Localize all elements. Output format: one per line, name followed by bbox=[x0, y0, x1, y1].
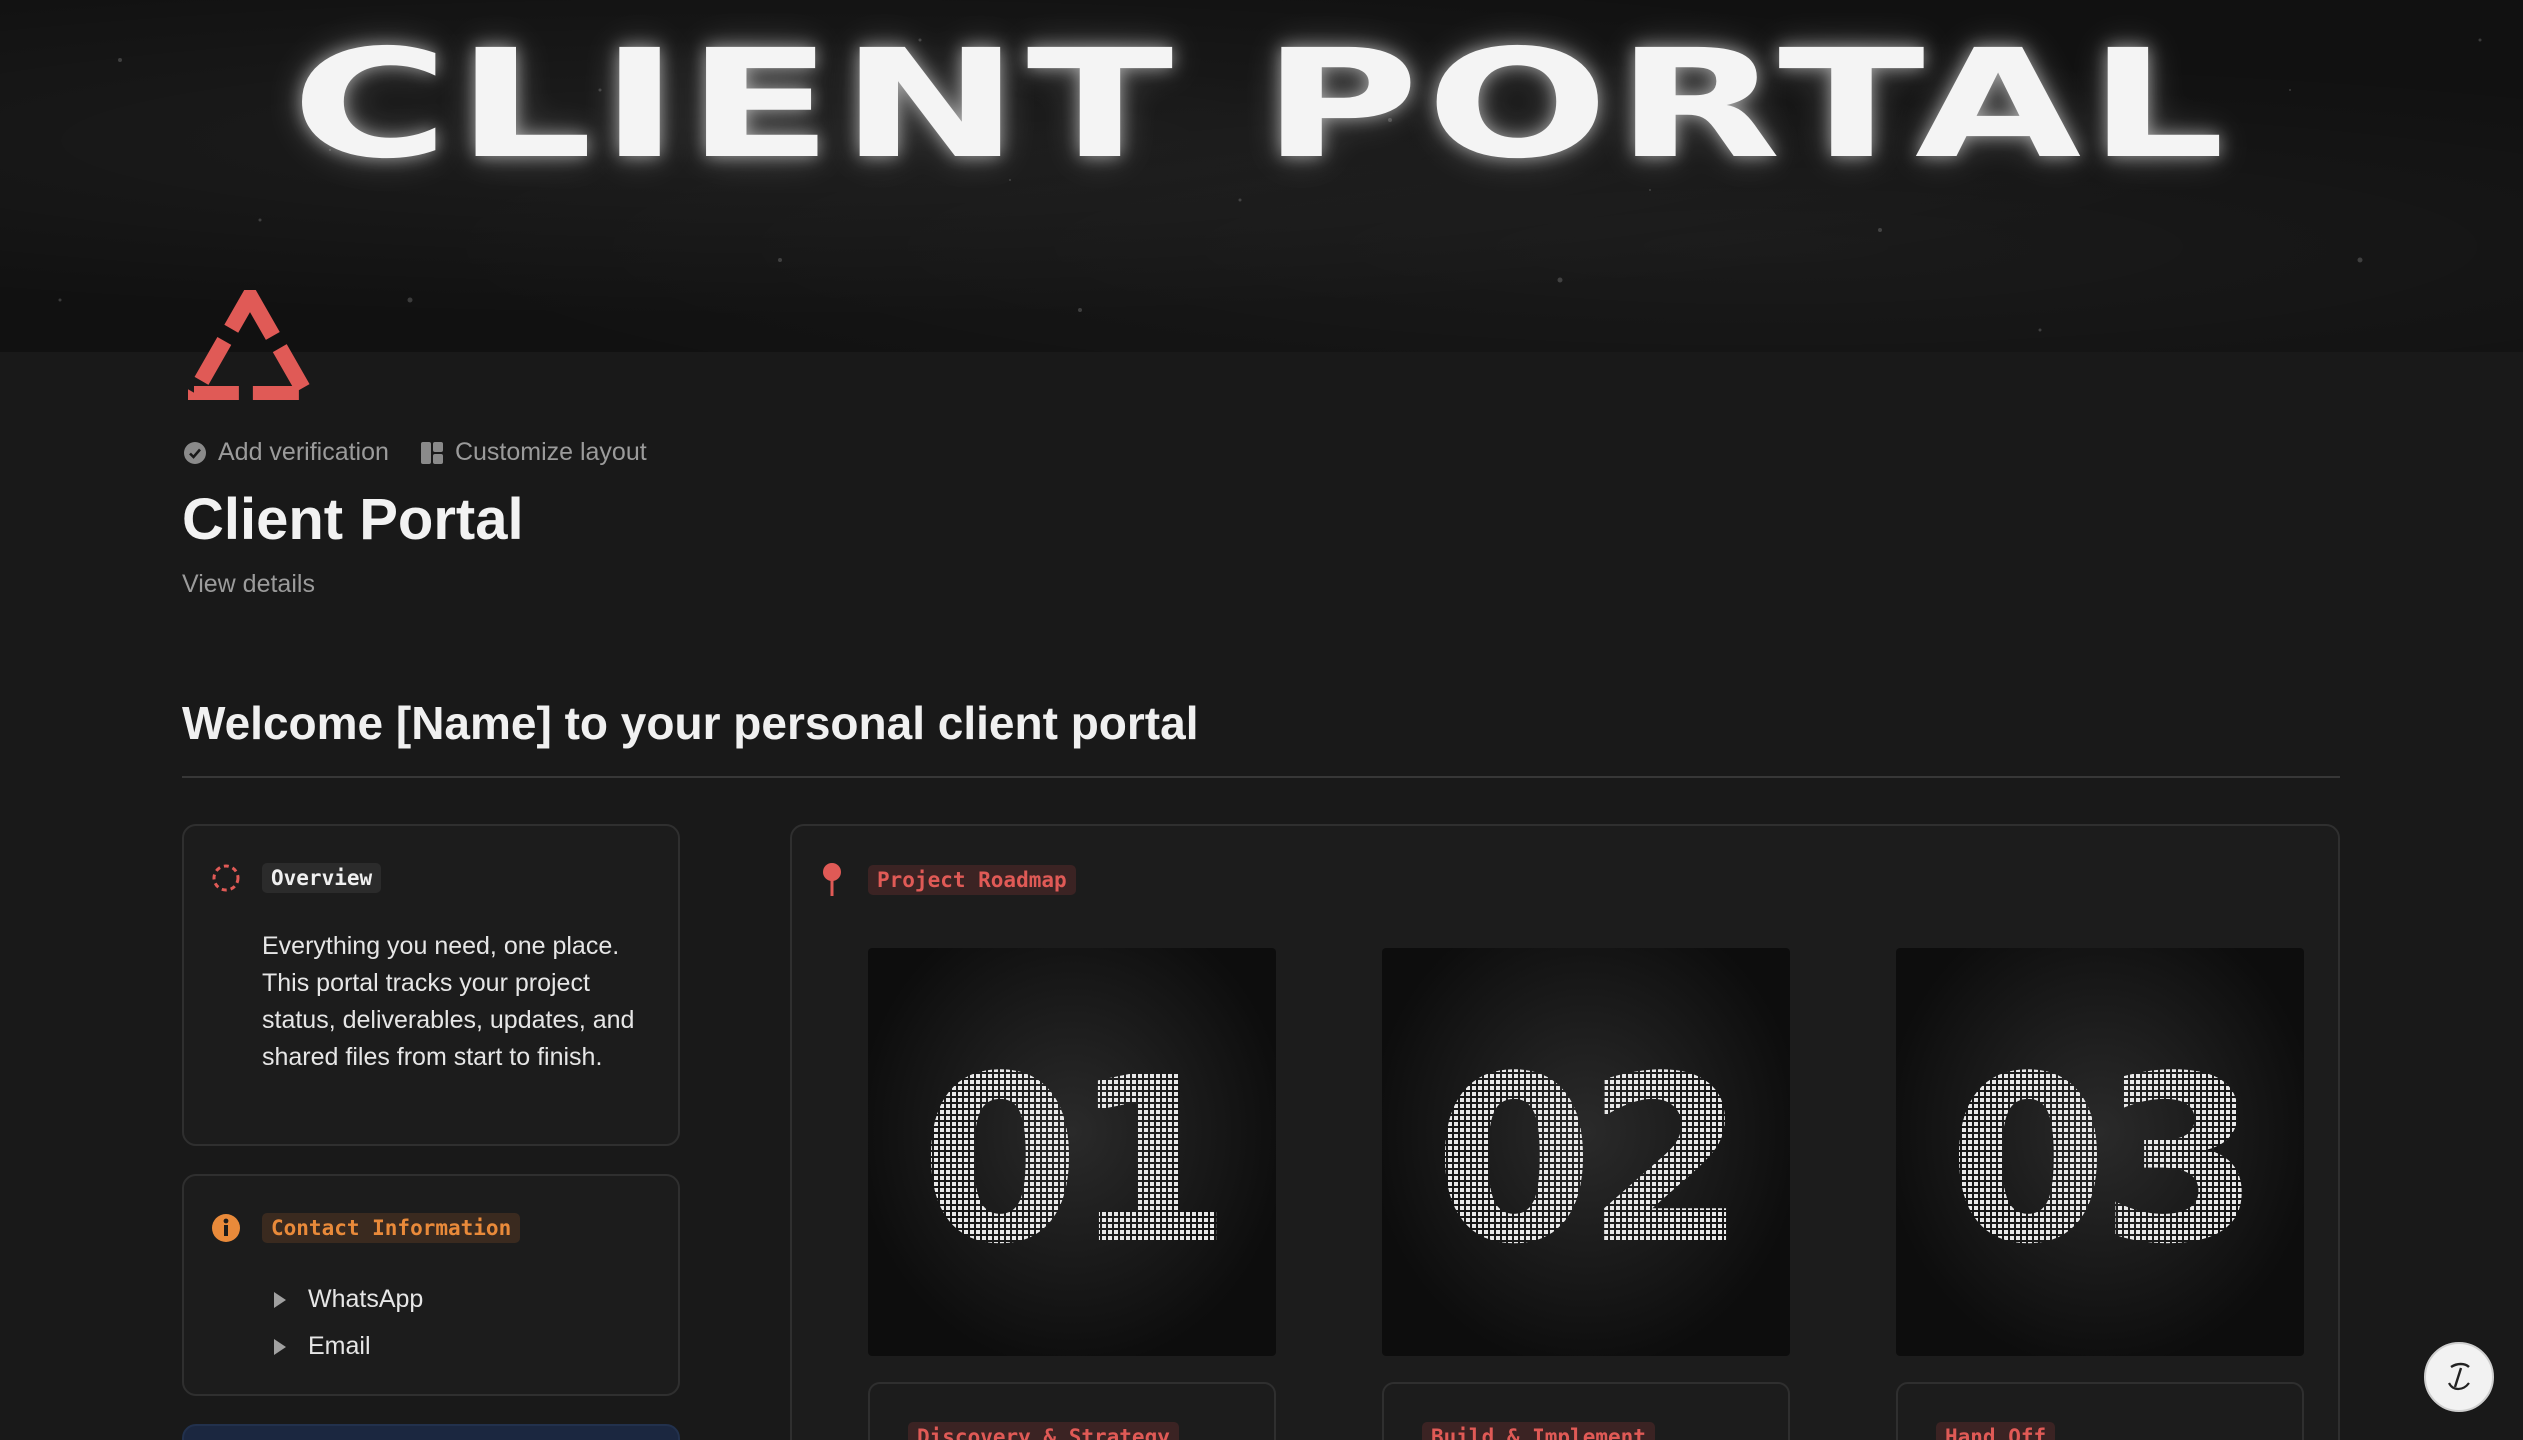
page: CLIENT PORTAL Add verification Customize… bbox=[0, 0, 2523, 1440]
toggle-label: WhatsApp bbox=[308, 1285, 424, 1313]
step-tile-02[interactable]: 02 bbox=[1382, 948, 1790, 1356]
info-icon bbox=[212, 1214, 240, 1242]
phase-card-handoff[interactable]: Hand Off bbox=[1896, 1382, 2304, 1440]
step-tile-01[interactable]: 01 bbox=[868, 948, 1276, 1356]
add-verification-label: Add verification bbox=[218, 438, 389, 466]
contact-toggle-list: WhatsApp Email bbox=[274, 1276, 423, 1370]
cover-image[interactable]: CLIENT PORTAL bbox=[0, 0, 2523, 352]
step-number-graphic: 02 bbox=[1434, 1028, 1746, 1295]
customize-layout-button[interactable]: Customize layout bbox=[419, 438, 647, 467]
contact-label: Contact Information bbox=[262, 1213, 521, 1243]
pushpin-icon bbox=[823, 863, 841, 896]
contact-header: Contact Information bbox=[210, 1212, 521, 1244]
help-assistant-button[interactable] bbox=[2424, 1342, 2494, 1412]
phase-label: Hand Off bbox=[1936, 1422, 2056, 1440]
customize-layout-label: Customize layout bbox=[454, 438, 647, 466]
add-verification-button[interactable]: Add verification bbox=[182, 438, 389, 467]
toggle-arrow-icon[interactable] bbox=[274, 1338, 286, 1355]
view-details-link[interactable]: View details bbox=[182, 570, 315, 599]
welcome-heading[interactable]: Welcome [Name] to your personal client p… bbox=[182, 696, 1198, 750]
toggle-email[interactable]: Email bbox=[274, 1323, 423, 1370]
phase-card-build[interactable]: Build & Implement bbox=[1382, 1382, 1790, 1440]
overview-header: Overview bbox=[210, 862, 382, 894]
roadmap-label: Project Roadmap bbox=[868, 865, 1076, 895]
toggle-arrow-icon[interactable] bbox=[274, 1291, 286, 1308]
toggle-label: Email bbox=[308, 1332, 371, 1360]
roadmap-header: Project Roadmap bbox=[820, 862, 1076, 898]
divider bbox=[182, 776, 2340, 778]
layout-icon bbox=[420, 441, 443, 464]
step-number-graphic: 03 bbox=[1948, 1028, 2260, 1295]
verified-badge-icon bbox=[184, 441, 206, 464]
step-tile-03[interactable]: 03 bbox=[1896, 948, 2304, 1356]
overview-text: Everything you need, one place. This por… bbox=[262, 932, 635, 1071]
image-block-partial[interactable] bbox=[182, 1424, 680, 1440]
toggle-whatsapp[interactable]: WhatsApp bbox=[274, 1276, 423, 1323]
dashed-circle-icon bbox=[212, 864, 240, 892]
phase-label: Build & Implement bbox=[1422, 1422, 1655, 1440]
phase-label: Discovery & Strategy bbox=[908, 1422, 1179, 1440]
step-number: 02 bbox=[1434, 1028, 1738, 1295]
project-roadmap-callout[interactable]: Project Roadmap 01 02 03 Discovery & Str… bbox=[790, 824, 2340, 1440]
step-number-graphic: 01 bbox=[920, 1028, 1232, 1295]
phase-card-discovery[interactable]: Discovery & Strategy bbox=[868, 1382, 1276, 1440]
overview-label: Overview bbox=[262, 863, 382, 893]
page-controls: Add verification Customize layout bbox=[182, 438, 647, 467]
page-triangle-icon[interactable] bbox=[188, 290, 312, 400]
cover-title: CLIENT PORTAL bbox=[291, 18, 2232, 192]
overview-callout[interactable]: Overview Everything you need, one place.… bbox=[182, 824, 680, 1146]
step-number: 03 bbox=[1948, 1028, 2252, 1295]
page-title[interactable]: Client Portal bbox=[182, 486, 524, 553]
contact-callout[interactable]: Contact Information WhatsApp Email bbox=[182, 1174, 680, 1396]
assistant-face-icon bbox=[2448, 1362, 2470, 1391]
step-number: 01 bbox=[920, 1028, 1224, 1295]
